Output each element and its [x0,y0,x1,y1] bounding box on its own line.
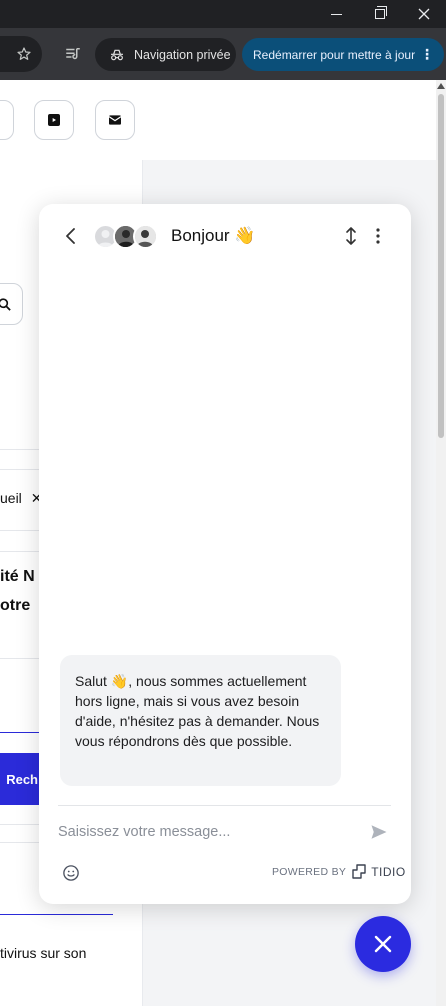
vertical-dots-icon [376,228,380,244]
social-button-partial[interactable] [0,100,14,140]
reading-list-button[interactable] [61,42,85,66]
page-heading-line2: otre [0,597,31,614]
close-window-button[interactable] [402,0,446,28]
tidio-logo-icon [352,864,366,879]
bookmark-star-icon[interactable] [16,46,32,62]
minimize-icon [330,13,342,15]
restore-icon [375,6,387,19]
browser-titlebar [0,0,446,28]
waving-hand-icon: 👋 [110,673,129,689]
chat-message-bubble: Salut 👋, nous sommes actuellement hors l… [60,655,341,786]
close-icon [374,935,392,953]
chat-title-text: Bonjour [171,226,230,245]
chat-title: Bonjour 👋 [171,226,256,246]
incognito-icon [111,49,123,60]
update-button[interactable]: Redémarrer pour mettre à jour ⋮ [242,38,444,71]
page-scrollbar[interactable] [436,80,446,1006]
update-label: Redémarrer pour mettre à jour [253,47,416,62]
chevron-left-icon [66,228,75,244]
person-icon [135,226,156,247]
avatar [133,224,158,249]
minimize-button[interactable] [314,0,358,28]
send-icon [371,825,387,839]
restore-button[interactable] [358,0,402,28]
expand-button[interactable] [341,224,361,248]
chat-widget: Bonjour 👋 Salut 👋, nous sommes actuellem… [39,204,411,904]
youtube-button[interactable] [34,100,74,140]
brand-name: TIDIO [371,864,406,879]
page-heading-line1: ité N [0,568,35,585]
chat-close-button[interactable] [355,916,411,972]
reading-list-icon [66,48,80,60]
search-button[interactable] [0,283,23,325]
search-submit-button[interactable]: Rech [0,753,40,805]
breadcrumb-item: ueil [0,490,22,506]
email-button[interactable] [95,100,135,140]
youtube-icon [48,114,60,126]
page-text-fragment: tivirus sur son [0,945,87,961]
search-icon [0,297,11,311]
emoji-button[interactable] [60,862,82,884]
smiley-icon [63,865,79,881]
back-button[interactable] [61,226,81,246]
incognito-label: Navigation privée [134,47,231,62]
more-options-button[interactable] [369,224,387,248]
powered-by[interactable]: POWERED BY TIDIO [272,864,406,879]
menu-dots-icon: ⋮ [420,46,434,62]
vertical-arrows-icon [346,227,356,245]
message-input[interactable] [58,818,358,846]
waving-hand-icon: 👋 [234,226,256,245]
incognito-indicator[interactable]: Navigation privée [95,38,236,71]
message-greeting: Salut [75,673,107,689]
scrollbar-thumb[interactable] [438,94,444,438]
envelope-icon [108,115,122,125]
accent-line [0,732,40,733]
breadcrumb[interactable]: ueil ✕ [0,490,42,507]
powered-by-label: POWERED BY [272,865,347,878]
address-bar[interactable] [0,36,42,72]
scroll-up-arrow-icon[interactable] [437,83,445,89]
close-icon [418,8,430,20]
accent-line [0,914,113,915]
composer-divider [58,805,391,806]
browser-toolbar: Navigation privée Redémarrer pour mettre… [0,28,446,80]
search-submit-label: Rech [6,771,38,787]
send-button[interactable] [368,821,390,843]
chat-header: Bonjour 👋 [39,204,411,268]
